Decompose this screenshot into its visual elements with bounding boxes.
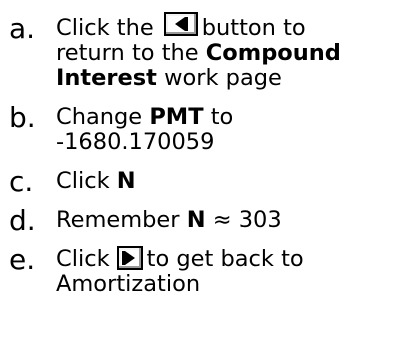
step-text: work page <box>164 65 282 91</box>
list-item-text: Click the button to return to the Compou… <box>56 12 396 91</box>
step-text: Change <box>56 104 143 130</box>
list-item-text: Click N <box>56 169 396 194</box>
step-text: return to the <box>56 40 199 66</box>
step-text: to get back to <box>146 246 304 272</box>
bold-term: Compound <box>205 40 341 66</box>
forward-button[interactable] <box>116 246 143 270</box>
list-marker: e. <box>9 243 36 276</box>
list-marker: d. <box>9 204 36 237</box>
list-item-text: Change PMT to -1680.170059 <box>56 105 396 155</box>
instruction-list: a. Click the button to return to the Com… <box>0 0 396 348</box>
bold-term: N <box>116 168 136 194</box>
list-marker: a. <box>9 12 36 45</box>
step-text: ≈ 303 <box>212 207 282 233</box>
bold-term: PMT <box>149 104 204 130</box>
list-marker: b. <box>9 101 36 134</box>
pmt-value: -1680.170059 <box>56 129 215 155</box>
step-text: Amortization <box>56 271 201 297</box>
list-marker: c. <box>9 165 34 198</box>
step-text: Click the <box>56 15 154 41</box>
back-button[interactable] <box>163 12 198 36</box>
left-triangle-icon <box>174 17 188 31</box>
step-text: to <box>210 104 234 130</box>
bold-term: Interest <box>56 65 157 91</box>
bold-term: N <box>186 207 206 233</box>
step-text: Remember <box>56 207 180 233</box>
right-triangle-icon <box>121 251 135 265</box>
step-text: Click <box>56 246 110 272</box>
list-item-text: Click to get back to Amortization <box>56 246 396 297</box>
step-text: Click <box>56 168 110 194</box>
step-text: button to <box>201 15 306 41</box>
list-item-text: Remember N ≈ 303 <box>56 208 396 233</box>
